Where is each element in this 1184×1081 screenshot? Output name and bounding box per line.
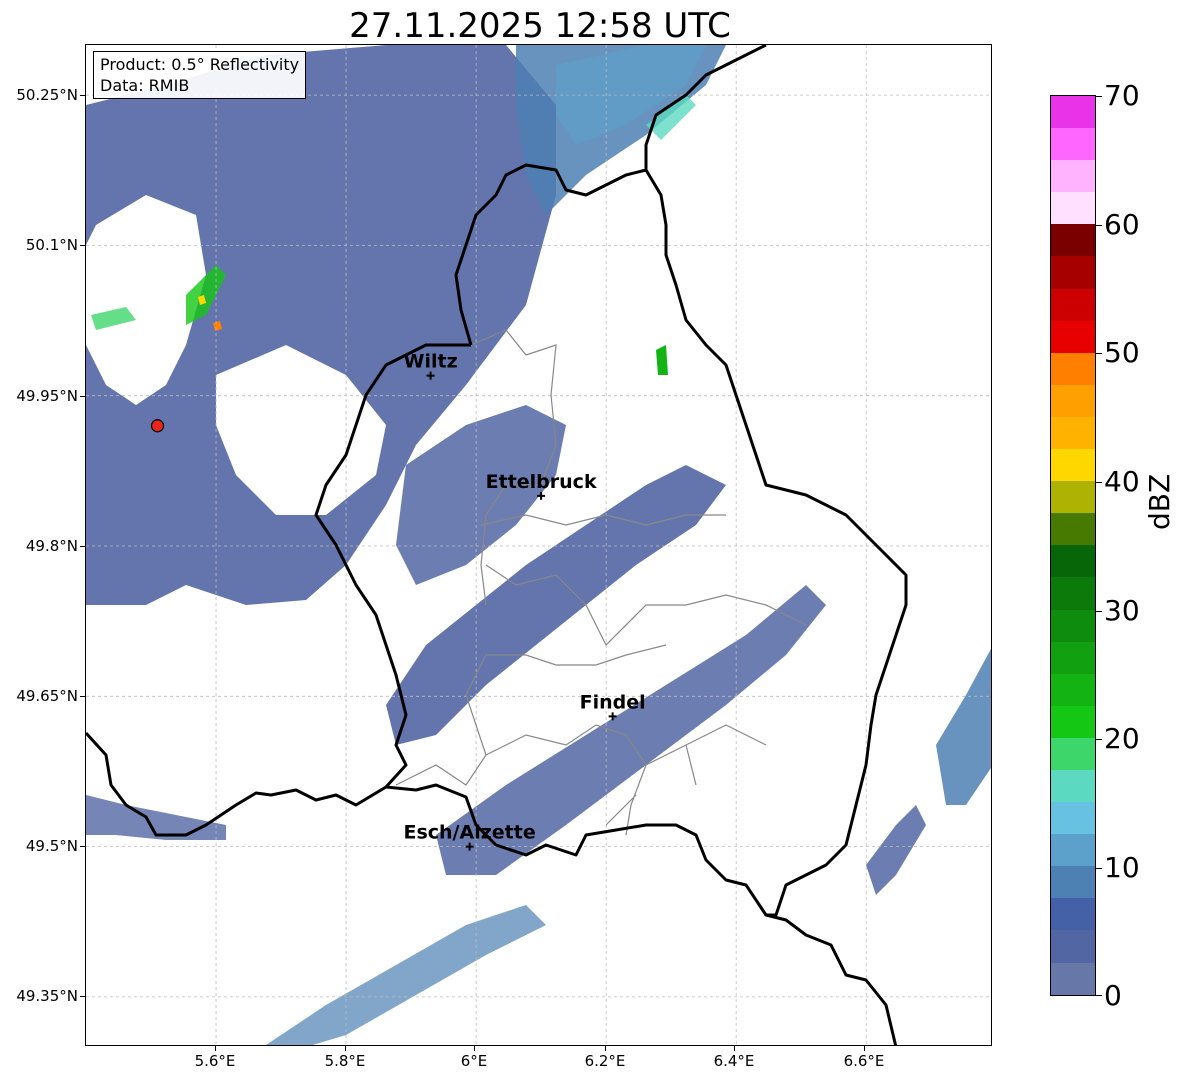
lat-tick [80, 846, 85, 847]
lat-label: 49.35°N [16, 987, 78, 1005]
colorbar-tick-label: 0 [1104, 979, 1122, 1012]
echo-east-edge [936, 648, 991, 805]
lon-tick [605, 1046, 606, 1051]
colorbar-tick-label: 70 [1104, 79, 1140, 112]
colorbar-segment [1051, 224, 1095, 257]
colorbar-segment [1051, 866, 1095, 899]
lat-tick [80, 696, 85, 697]
lat-tick [80, 245, 85, 246]
colorbar-tick-label: 50 [1104, 336, 1140, 369]
colorbar-segment [1051, 802, 1095, 835]
colorbar-segment [1051, 673, 1095, 706]
city-label: Findel [580, 691, 646, 713]
lon-tick [864, 1046, 865, 1051]
product-label: Product: 0.5° Reflectivity [100, 55, 300, 74]
colorbar-segment [1051, 834, 1095, 867]
lat-label: 50.1°N [25, 236, 78, 254]
colorbar-segment [1051, 769, 1095, 803]
colorbar-tick-label: 40 [1104, 465, 1140, 498]
lat-label: 49.65°N [16, 687, 78, 705]
lat-label: 49.5°N [25, 837, 78, 855]
colorbar-tick [1096, 482, 1102, 483]
lon-label: 5.8°E [324, 1052, 366, 1070]
colorbar-segment [1051, 256, 1095, 289]
radar-site-layer [150, 419, 165, 433]
map-title: 27.11.2025 12:58 UTC [349, 6, 731, 46]
colorbar-tick-label: 60 [1104, 208, 1140, 241]
colorbar-segment [1051, 641, 1095, 674]
lon-tick [345, 1046, 346, 1051]
colorbar-segment [1051, 930, 1095, 963]
lat-label: 50.25°N [16, 86, 78, 104]
product-info-box: Product: 0.5° Reflectivity Data: RMIB [93, 51, 307, 99]
colorbar-tick [1096, 868, 1102, 869]
colorbar-segment [1051, 481, 1095, 514]
lon-tick [734, 1046, 735, 1051]
colorbar-tick-label: 10 [1104, 851, 1140, 884]
colorbar-segment [1051, 192, 1095, 225]
colorbar-tick-label: 20 [1104, 722, 1140, 755]
lon-label: 6.2°E [584, 1052, 626, 1070]
echo-east-small [866, 805, 926, 895]
lat-tick [80, 396, 85, 397]
dbz-colorbar [1050, 95, 1096, 996]
lon-label: 6°E [460, 1052, 488, 1070]
colorbar-segment [1051, 577, 1095, 610]
colorbar-label: dBZ [1143, 473, 1176, 530]
lon-tick [474, 1046, 475, 1051]
colorbar-segment [1051, 352, 1095, 385]
lon-label: 5.6°E [194, 1052, 236, 1070]
colorbar-tick [1096, 611, 1102, 612]
lat-tick [80, 546, 85, 547]
colorbar-segment [1051, 513, 1095, 546]
lat-label: 49.8°N [25, 537, 78, 555]
city-label: Esch/Alzette [403, 822, 535, 844]
radar-site-marker [150, 419, 165, 433]
lat-label: 49.95°N [16, 387, 78, 405]
lon-label: 6.6°E [843, 1052, 885, 1070]
lon-tick [215, 1046, 216, 1051]
colorbar-segment [1051, 96, 1095, 129]
radar-map[interactable]: Wiltz Ettelbruck Findel Esch/Alzette [85, 44, 992, 1046]
colorbar-segment [1051, 384, 1095, 417]
city-label: Ettelbruck [486, 471, 597, 493]
colorbar-segment [1051, 320, 1095, 353]
colorbar-segment [1051, 898, 1095, 931]
colorbar-tick [1096, 225, 1102, 226]
lat-tick [80, 996, 85, 997]
colorbar-segment [1051, 705, 1095, 738]
echo-south-streaks [266, 905, 546, 1045]
echo-cell-green-3 [656, 345, 668, 375]
colorbar-segment [1051, 545, 1095, 578]
colorbar-segment [1051, 160, 1095, 193]
colorbar-segment [1051, 737, 1095, 770]
radar-map-canvas: Wiltz Ettelbruck Findel Esch/Alzette [86, 45, 991, 1045]
colorbar-segment [1051, 128, 1095, 161]
colorbar-tick [1096, 995, 1102, 996]
colorbar-tick [1096, 739, 1102, 740]
colorbar-segment [1051, 609, 1095, 642]
colorbar-tick [1096, 96, 1102, 97]
colorbar-segment [1051, 962, 1095, 995]
reflectivity-echoes [86, 45, 991, 1045]
lat-tick [80, 95, 85, 96]
lon-label: 6.4°E [713, 1052, 755, 1070]
colorbar-tick-label: 30 [1104, 594, 1140, 627]
city-label: Wiltz [404, 351, 458, 373]
colorbar-segment [1051, 288, 1095, 321]
data-source-label: Data: RMIB [100, 76, 190, 95]
colorbar-tick [1096, 353, 1102, 354]
colorbar-segment [1051, 416, 1095, 450]
colorbar-segment [1051, 449, 1095, 482]
